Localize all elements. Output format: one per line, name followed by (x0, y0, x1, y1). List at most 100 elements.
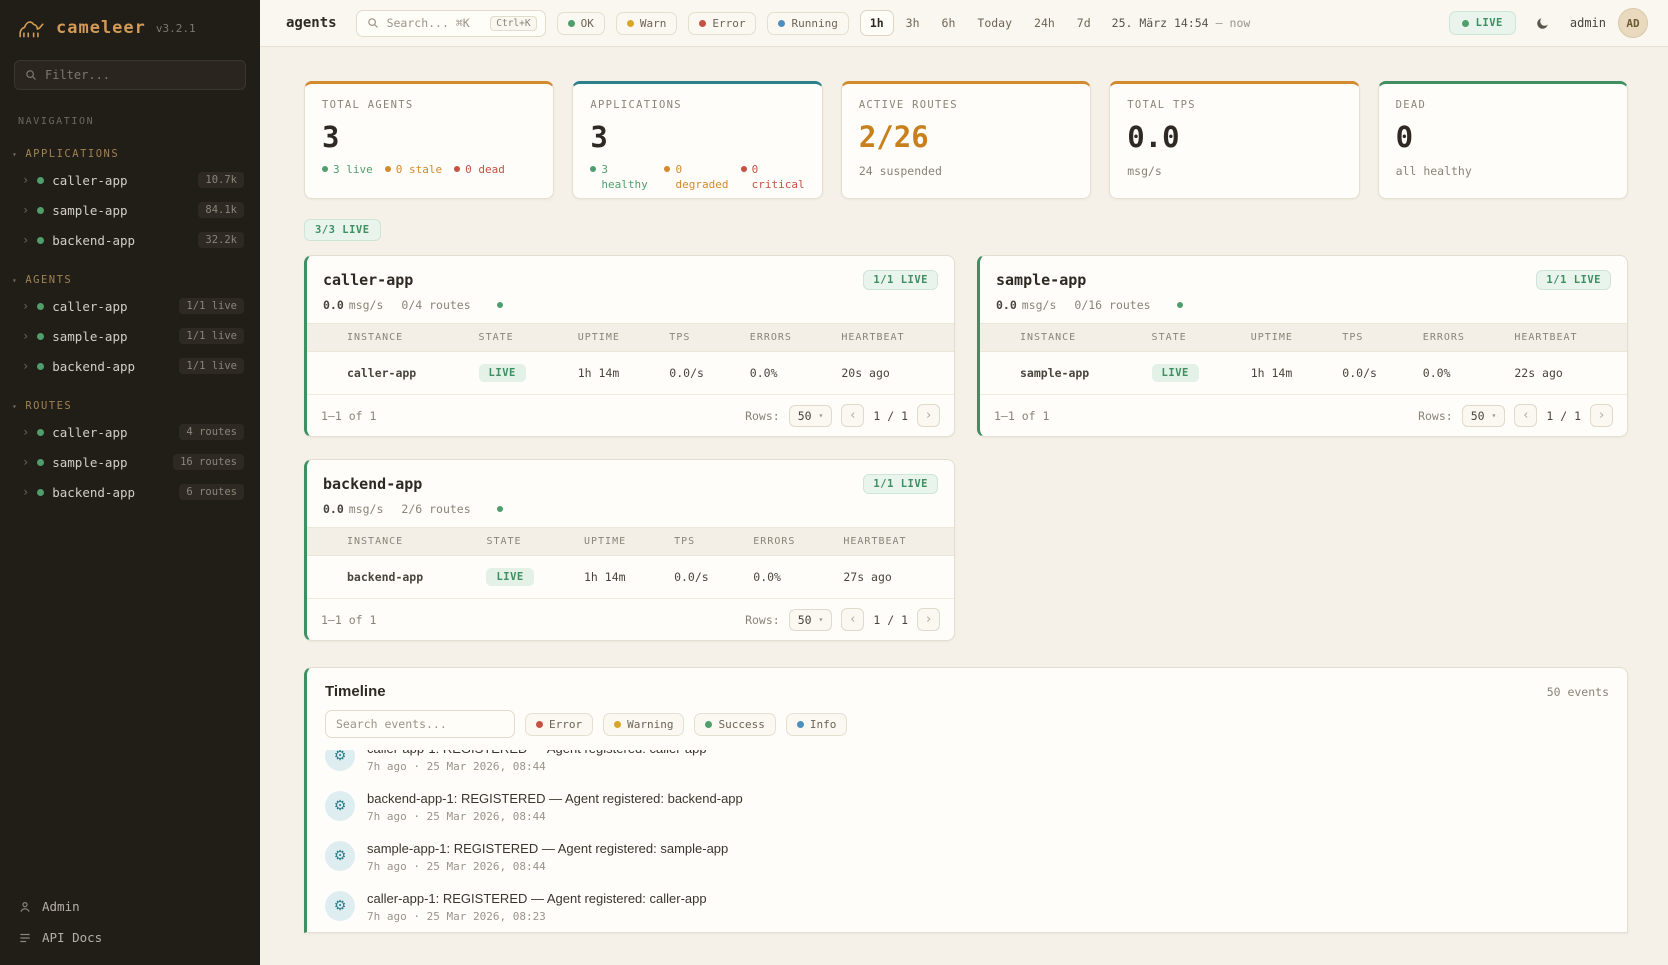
ok-status-dot (568, 20, 575, 27)
table-footer: 1–1 of 1 Rows: 50 ▾ ‹ 1 / 1 › (980, 395, 1627, 436)
app-version: v3.2.1 (156, 22, 196, 35)
sidebar-item-applications-backend-app[interactable]: › backend-app 32.2k (0, 225, 260, 255)
status-dot (37, 429, 44, 436)
chevron-right-icon: › (22, 359, 29, 373)
sidebar-item-routes-backend-app[interactable]: › backend-app 6 routes (0, 477, 260, 507)
table-row[interactable]: caller-app LIVE 1h 14m 0.0/s 0.0% 20s ag… (307, 352, 954, 395)
prev-page-button[interactable]: ‹ (1514, 404, 1537, 427)
timeline-search-input[interactable] (336, 717, 504, 731)
chevron-down-icon: ▾ (819, 615, 824, 624)
rate-value: 0.0 (323, 298, 344, 312)
live-indicator: LIVE (1449, 11, 1516, 35)
sparkline-dot (1177, 302, 1183, 308)
legend-item: 0 critical (741, 163, 805, 193)
nav-item-label: sample-app (52, 203, 127, 218)
tps-value: 0.0/s (664, 556, 743, 599)
rows-per-page-select[interactable]: 50 ▾ (1462, 405, 1506, 427)
datetime-range[interactable]: 25. März 14:54 — now (1112, 16, 1251, 30)
sidebar-filter-input[interactable] (45, 68, 235, 82)
table-row[interactable]: backend-app LIVE 1h 14m 0.0/s 0.0% 27s a… (307, 556, 954, 599)
search-icon (25, 69, 37, 81)
sidebar-item-applications-caller-app[interactable]: › caller-app 10.7k (0, 165, 260, 195)
chevron-right-icon: › (22, 233, 29, 247)
rows-per-page-select[interactable]: 50 ▾ (789, 609, 833, 631)
gear-icon: ⚙ (325, 891, 355, 921)
rows-per-page-select[interactable]: 50 ▾ (789, 405, 833, 427)
sidebar-item-agents-caller-app[interactable]: › caller-app 1/1 live (0, 291, 260, 321)
rows-per-page-value: 50 (798, 409, 812, 423)
range-button-6h[interactable]: 6h (932, 10, 966, 36)
page-indicator: 1 / 1 (873, 613, 908, 627)
range-button-1h[interactable]: 1h (860, 10, 894, 36)
timeline-filter-info[interactable]: Info (786, 713, 848, 736)
section-header-routes[interactable]: ▾ ROUTES (0, 395, 260, 417)
theme-toggle-button[interactable] (1528, 8, 1558, 38)
timeline-event-list[interactable]: ⚙ caller-app-1: REGISTERED — Agent regis… (307, 750, 1627, 932)
live-summary-badge: 3/3 LIVE (304, 219, 381, 241)
gear-icon: ⚙ (325, 791, 355, 821)
chevron-right-icon: › (22, 485, 29, 499)
timeline-search (325, 710, 515, 738)
range-button-24h[interactable]: 24h (1024, 10, 1065, 36)
list-item[interactable]: ⚙ backend-app-1: REGISTERED — Agent regi… (325, 782, 1609, 832)
main-area: agents Ctrl+K OK Warn Error (260, 0, 1668, 965)
nav-item-badge: 32.2k (198, 232, 244, 248)
filter-chip-ok[interactable]: OK (557, 12, 605, 35)
sidebar-item-applications-sample-app[interactable]: › sample-app 84.1k (0, 195, 260, 225)
filter-chip-warn[interactable]: Warn (616, 12, 678, 35)
legend-dot (322, 166, 328, 172)
list-item[interactable]: ⚙ caller-app-1: REGISTERED — Agent regis… (325, 750, 1609, 782)
column-header: INSTANCE (337, 528, 476, 556)
timeline-filter-warning[interactable]: Warning (603, 713, 684, 736)
range-button-3h[interactable]: 3h (896, 10, 930, 36)
status-dot (37, 363, 44, 370)
footer-item-label: API Docs (42, 930, 102, 945)
timeline-title: Timeline (325, 683, 386, 700)
table-row[interactable]: sample-app LIVE 1h 14m 0.0/s 0.0% 22s ag… (980, 352, 1627, 395)
search-input[interactable] (387, 16, 483, 30)
nav-item-badge: 16 routes (173, 454, 244, 470)
sidebar-item-agents-backend-app[interactable]: › backend-app 1/1 live (0, 351, 260, 381)
sidebar-item-admin[interactable]: Admin (18, 899, 242, 914)
status-dot (37, 237, 44, 244)
errors-value: 0.0% (743, 556, 833, 599)
legend-text: 3 healthy (601, 163, 652, 193)
sidebar-item-api-docs[interactable]: API Docs (18, 930, 242, 945)
rows-label: Rows: (1418, 409, 1453, 423)
stat-value: 0 (1396, 120, 1610, 154)
nav-item-badge: 6 routes (179, 484, 244, 500)
stat-value: 2/26 (859, 120, 1073, 154)
filter-chip-label: Warn (640, 17, 667, 30)
section-header-applications[interactable]: ▾ APPLICATIONS (0, 143, 260, 165)
timeline-filter-success[interactable]: Success (694, 713, 775, 736)
sidebar-item-agents-sample-app[interactable]: › sample-app 1/1 live (0, 321, 260, 351)
range-button-7d[interactable]: 7d (1067, 10, 1101, 36)
rate-value: 0.0 (323, 502, 344, 516)
stat-value: 0.0 (1127, 120, 1341, 154)
section-header-agents[interactable]: ▾ AGENTS (0, 269, 260, 291)
legend-item: 0 stale (385, 163, 442, 178)
next-page-button[interactable]: › (917, 608, 940, 631)
prev-page-button[interactable]: ‹ (841, 404, 864, 427)
sidebar-item-routes-caller-app[interactable]: › caller-app 4 routes (0, 417, 260, 447)
next-page-button[interactable]: › (917, 404, 940, 427)
chevron-down-icon: ▾ (12, 276, 18, 285)
list-item[interactable]: ⚙ caller-app-1: REGISTERED — Agent regis… (325, 882, 1609, 932)
nav-item-badge: 10.7k (198, 172, 244, 188)
avatar[interactable]: AD (1618, 8, 1648, 38)
rows-per-page-value: 50 (798, 613, 812, 627)
column-header: ERRORS (1413, 324, 1505, 352)
next-page-button[interactable]: › (1590, 404, 1613, 427)
app-logo[interactable]: cameleer v3.2.1 (0, 0, 260, 54)
stats-row: TOTAL AGENTS 3 3 live 0 stale (304, 81, 1628, 199)
error-status-dot (699, 20, 706, 27)
sidebar-item-routes-sample-app[interactable]: › sample-app 16 routes (0, 447, 260, 477)
range-button-today[interactable]: Today (967, 10, 1022, 36)
uptime-value: 1h 14m (1241, 352, 1333, 395)
filter-chip-running[interactable]: Running (767, 12, 848, 35)
timeline-filter-error[interactable]: Error (525, 713, 593, 736)
filter-chip-error[interactable]: Error (688, 12, 756, 35)
list-item[interactable]: ⚙ sample-app-1: REGISTERED — Agent regis… (325, 832, 1609, 882)
nav-item-label: sample-app (52, 329, 127, 344)
prev-page-button[interactable]: ‹ (841, 608, 864, 631)
